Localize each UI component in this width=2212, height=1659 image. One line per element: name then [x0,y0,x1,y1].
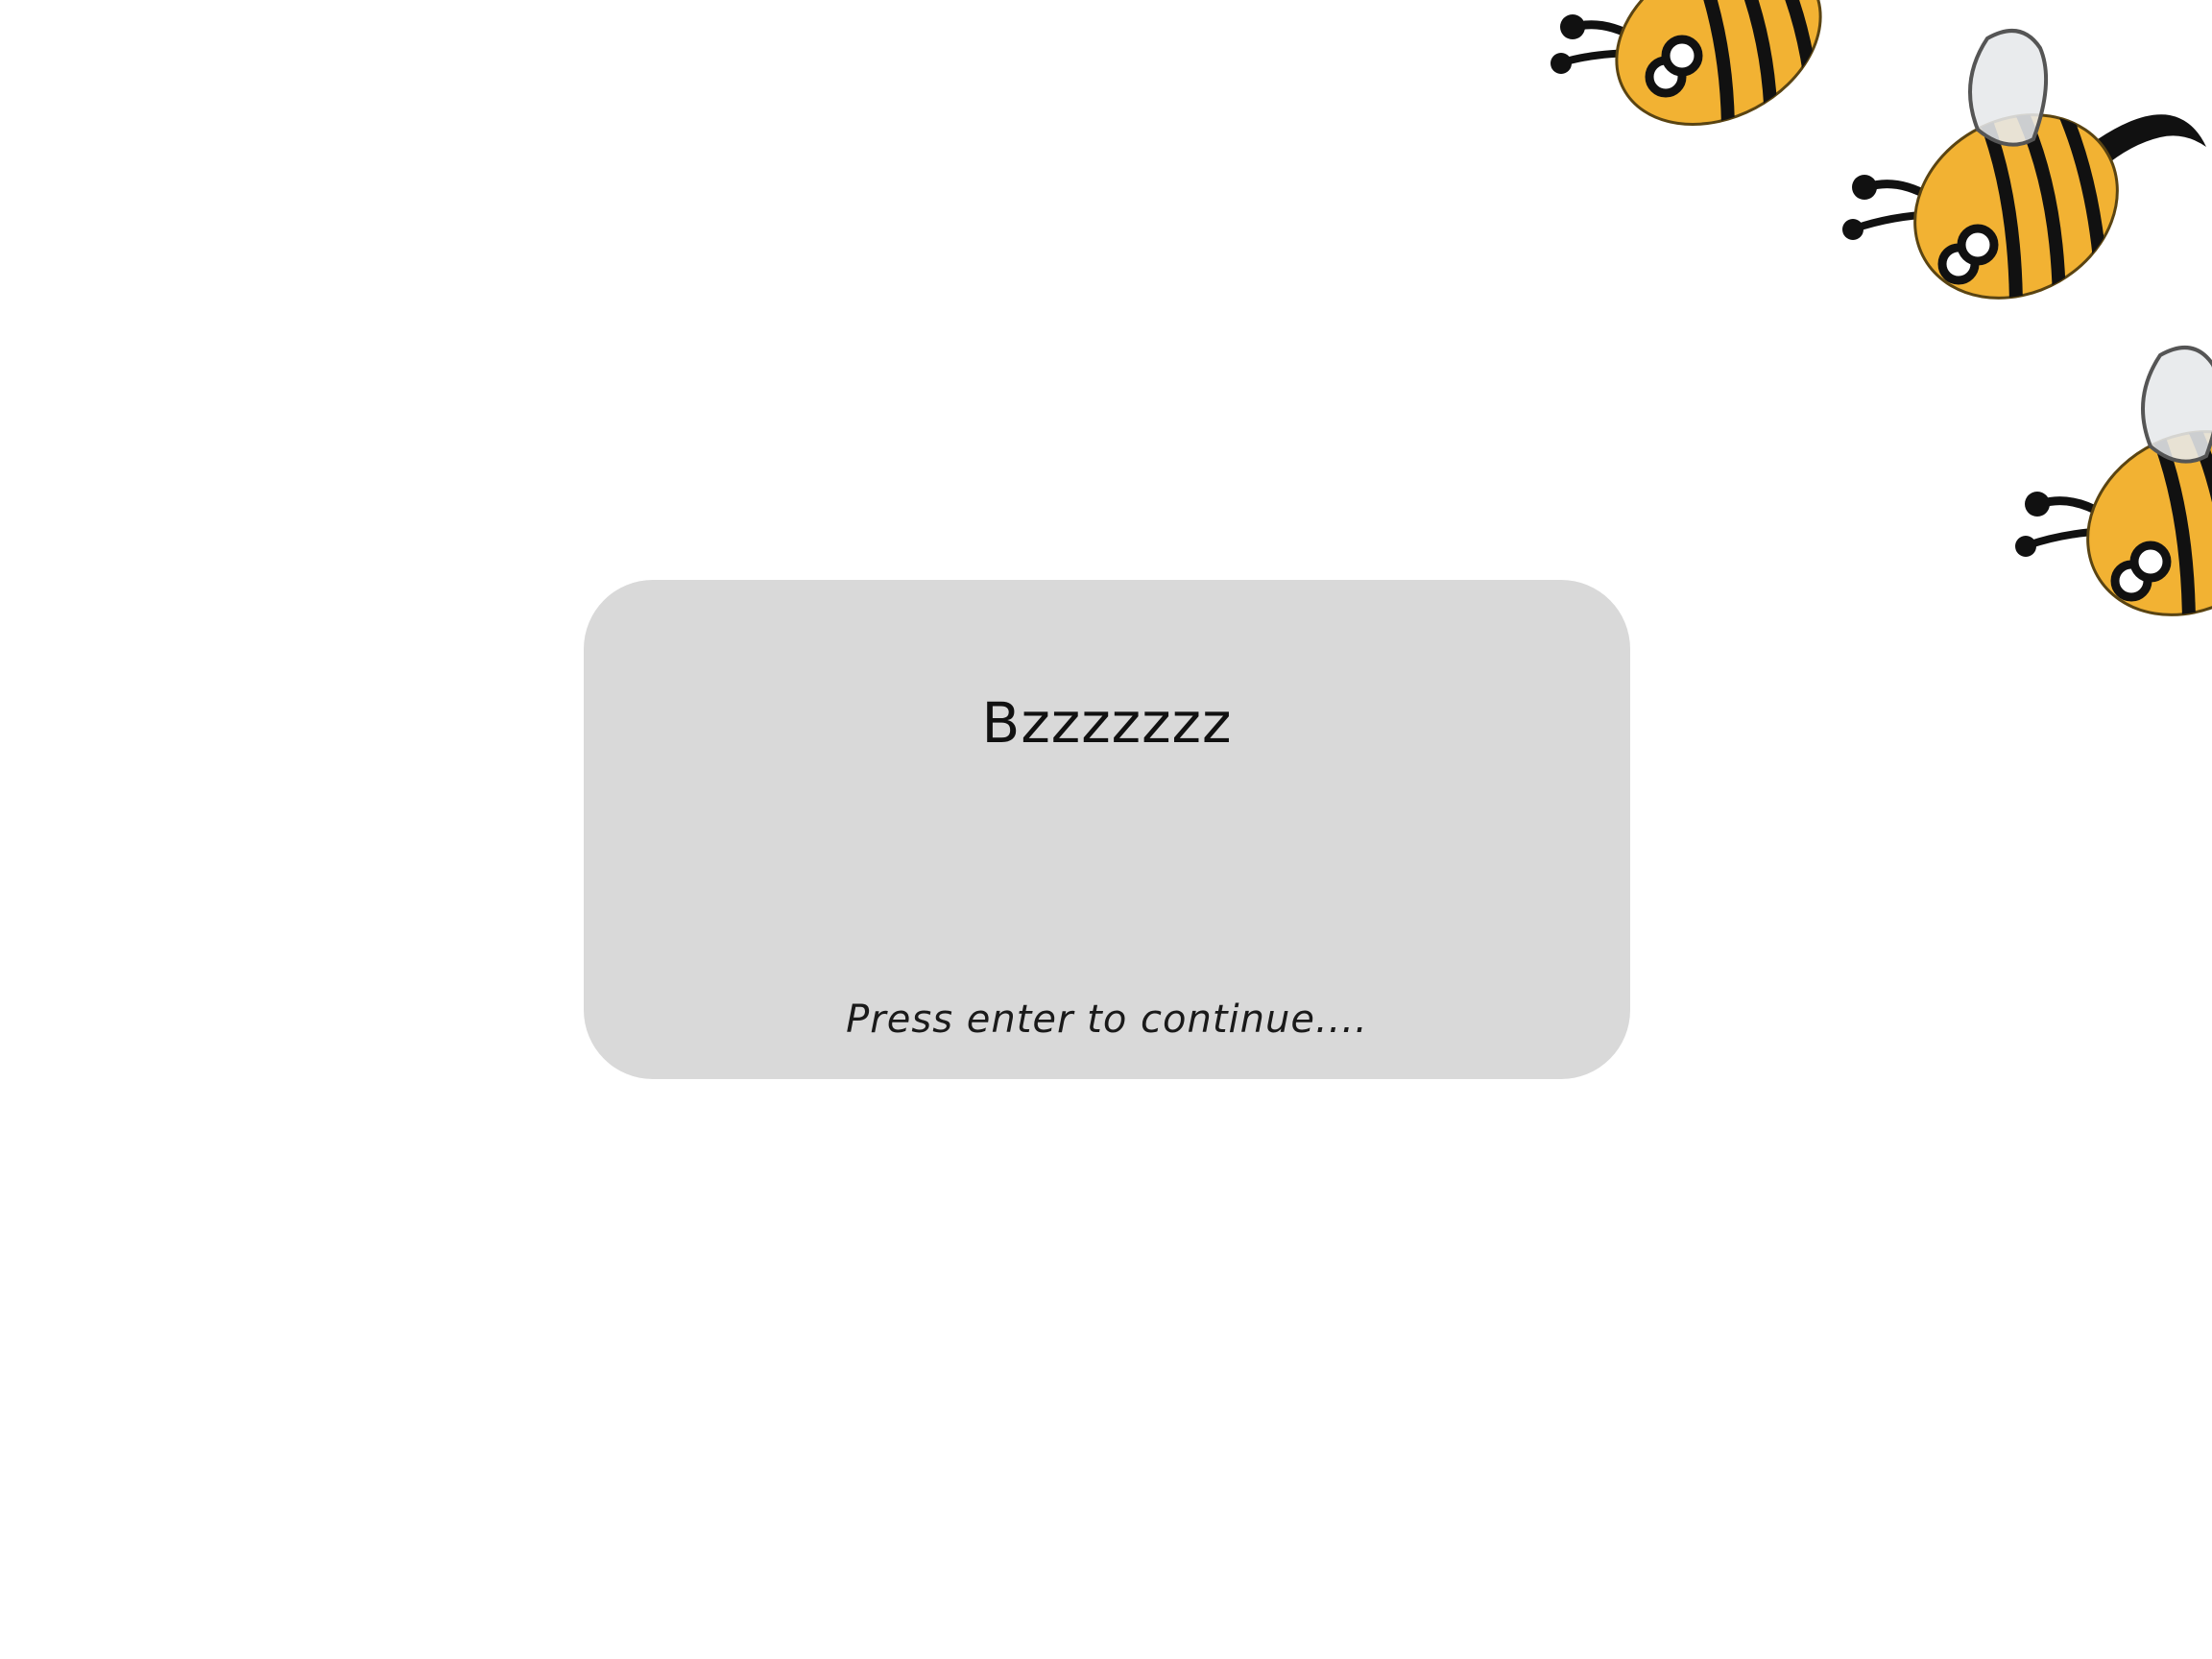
bee-sprite-2 [1842,29,2206,313]
bee-sprite-3 [2015,346,2212,630]
dialog-text: Bzzzzzzz [981,690,1233,756]
dialog-box[interactable]: Bzzzzzzz Press enter to continue.... [584,580,1630,1079]
bee-sprite-1 [1551,0,1851,135]
continue-prompt: Press enter to continue.... [846,998,1368,1042]
game-screen: Bzzzzzzz Press enter to continue.... [0,0,2212,1659]
